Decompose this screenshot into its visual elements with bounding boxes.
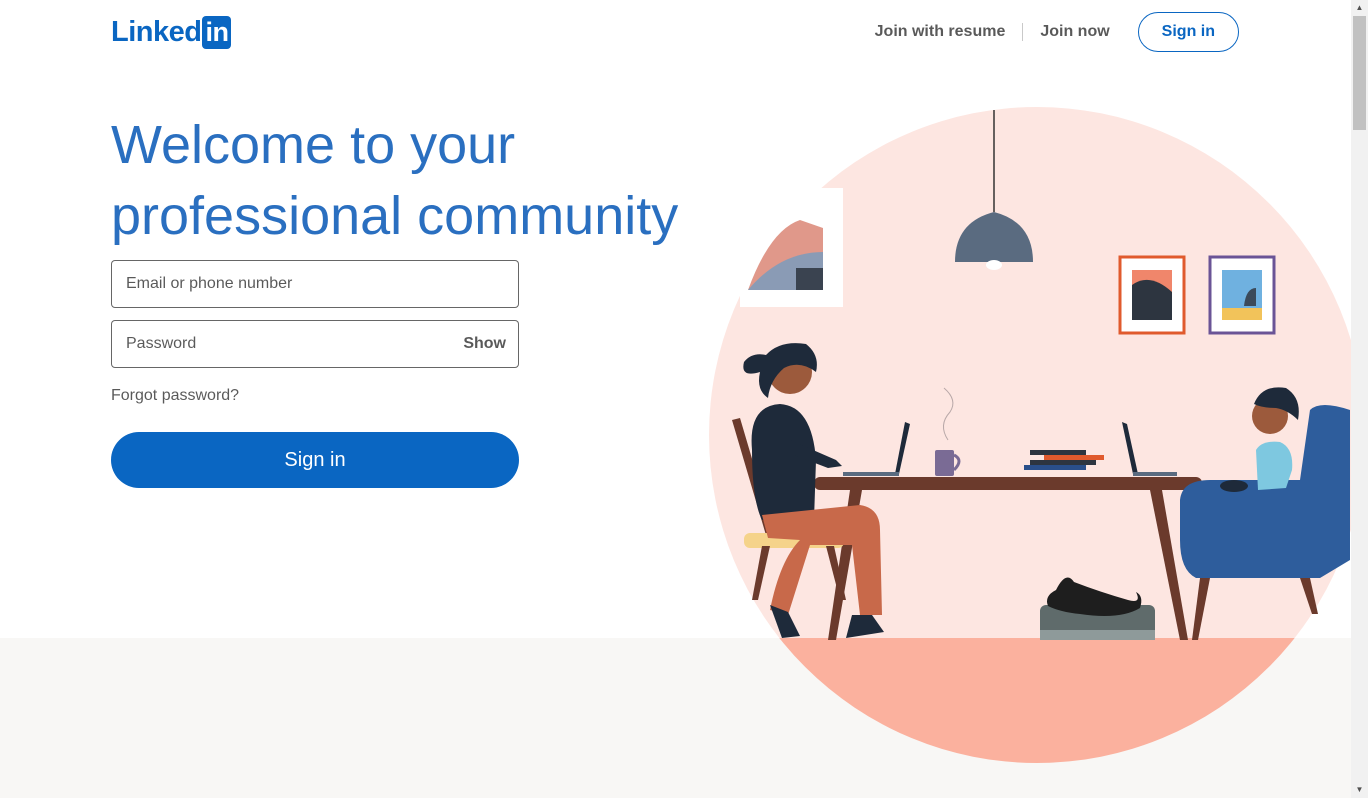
headline-line-2: professional community bbox=[111, 186, 679, 246]
triangle-down-icon[interactable]: ▼ bbox=[1351, 782, 1368, 798]
forgot-password-link[interactable]: Forgot password? bbox=[111, 387, 239, 405]
password-input[interactable] bbox=[124, 334, 464, 354]
hero-illustration bbox=[709, 107, 1351, 763]
vertical-scrollbar[interactable]: ▲ ▼ bbox=[1351, 0, 1368, 798]
headline-line-1: Welcome to your bbox=[111, 115, 516, 175]
join-now-link[interactable]: Join now bbox=[1023, 23, 1126, 41]
mug bbox=[935, 450, 954, 476]
sign-in-button[interactable]: Sign in bbox=[111, 432, 519, 488]
linkedin-logo[interactable]: Linked in bbox=[111, 15, 232, 49]
password-field[interactable]: Show bbox=[111, 320, 519, 368]
triangle-up-icon[interactable]: ▲ bbox=[1351, 0, 1368, 16]
logo-in-box: in bbox=[202, 15, 232, 49]
page-title: Welcome to your professional community bbox=[111, 110, 731, 252]
top-nav: Join with resume Join now Sign in bbox=[858, 12, 1239, 52]
email-input[interactable] bbox=[124, 274, 506, 294]
show-password-button[interactable]: Show bbox=[463, 335, 506, 353]
email-field[interactable] bbox=[111, 260, 519, 308]
logo-text: Linked bbox=[111, 15, 202, 48]
table bbox=[814, 477, 1202, 490]
header-sign-in-button[interactable]: Sign in bbox=[1137, 12, 1239, 52]
join-with-resume-link[interactable]: Join with resume bbox=[858, 23, 1023, 41]
scroll-thumb[interactable] bbox=[1353, 16, 1366, 130]
